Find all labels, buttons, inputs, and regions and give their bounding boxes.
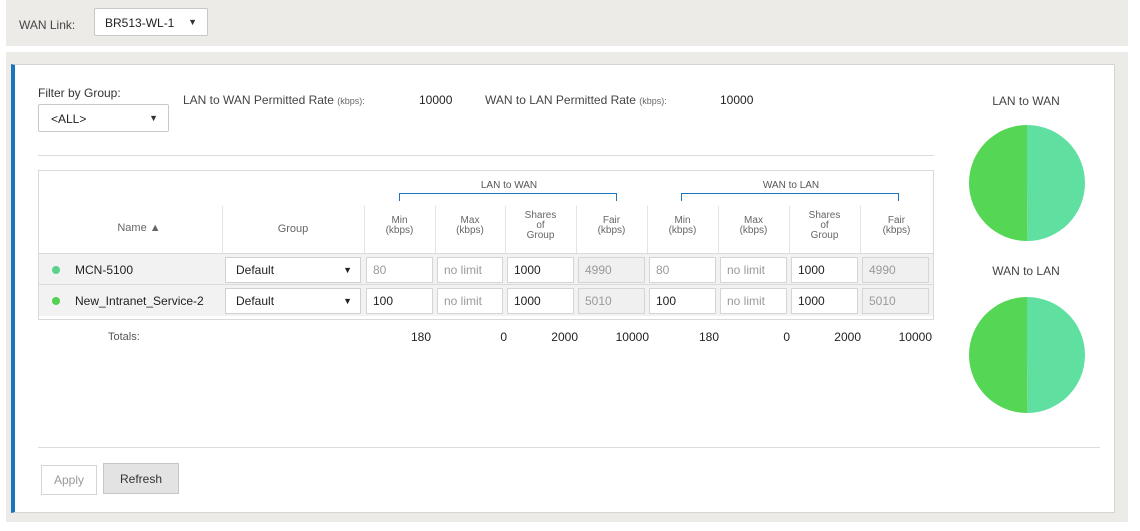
sort-ascending-icon: ▲ <box>149 222 161 234</box>
status-dot-icon <box>52 266 60 274</box>
l2w-fair-value: 5010 <box>578 288 645 314</box>
total-w2l-max: 0 <box>783 330 790 344</box>
service-name: New_Intranet_Service-2 <box>75 294 204 308</box>
wan-to-lan-rate-label: WAN to LAN Permitted Rate (kbps): <box>485 93 667 107</box>
chart-title-wan-to-lan: WAN to LAN <box>992 264 1060 278</box>
divider <box>38 447 1100 448</box>
l2w-shares-input[interactable]: 1000 <box>507 257 574 283</box>
total-l2w-fair: 10000 <box>615 330 649 344</box>
column-header-w2l-min: Min (kbps) <box>668 215 697 236</box>
w2l-max-input[interactable]: no limit <box>720 257 787 283</box>
column-header-group: Group <box>277 223 309 235</box>
group-title-lan-to-wan: LAN to WAN <box>480 180 538 191</box>
w2l-fair-value: 5010 <box>862 288 929 314</box>
filter-group-select[interactable]: <ALL> ▼ <box>38 104 169 132</box>
pie-slice <box>1027 125 1086 241</box>
l2w-shares-input[interactable]: 1000 <box>507 288 574 314</box>
l2w-max-input[interactable]: no limit <box>437 288 503 314</box>
pie-chart-lan-to-wan <box>969 125 1086 241</box>
apply-button[interactable]: Apply <box>41 465 97 495</box>
total-w2l-shares: 2000 <box>834 330 861 344</box>
filter-by-group-label: Filter by Group: <box>38 86 121 100</box>
chart-title-lan-to-wan: LAN to WAN <box>992 94 1060 108</box>
l2w-min-input[interactable]: 100 <box>366 288 433 314</box>
column-header-w2l-fair: Fair (kbps) <box>882 215 911 236</box>
column-header-l2w-fair: Fair (kbps) <box>597 215 626 236</box>
pie-slice <box>969 125 1028 241</box>
total-w2l-min: 180 <box>698 330 719 344</box>
column-header-l2w-max: Max (kbps) <box>456 215 484 236</box>
column-header-l2w-min: Min (kbps) <box>385 215 414 236</box>
service-name: MCN-5100 <box>75 263 134 277</box>
table-row[interactable]: New_Intranet_Service-2 Default ▼ 100 no l… <box>39 284 933 316</box>
pie-slice <box>1027 297 1086 413</box>
wan-link-bar: WAN Link: BR513-WL-1 ▼ <box>6 0 1128 46</box>
wan-link-label: WAN Link: <box>19 18 76 32</box>
group-title-wan-to-lan: WAN to LAN <box>762 180 820 191</box>
total-l2w-min: 180 <box>410 330 431 344</box>
column-header-name[interactable]: Name ▲ <box>99 222 179 234</box>
table-row[interactable]: MCN-5100 Default ▼ 80 no limit 1000 4990 … <box>39 253 933 285</box>
lan-to-wan-rate-value: 10000 <box>419 93 453 107</box>
pie-chart-wan-to-lan <box>969 297 1086 413</box>
group-bracket <box>399 193 617 201</box>
column-header-l2w-shares: Shares of Group <box>524 210 557 241</box>
divider <box>38 155 934 156</box>
l2w-fair-value: 4990 <box>578 257 645 283</box>
wan-link-select[interactable]: BR513-WL-1 ▼ <box>94 8 208 36</box>
chevron-down-icon: ▼ <box>343 265 352 275</box>
l2w-max-input[interactable]: no limit <box>437 257 503 283</box>
service-grid: LAN to WAN WAN to LAN Name ▲ Group Min (k… <box>38 170 934 320</box>
filter-group-value: <ALL> <box>51 112 87 126</box>
lan-to-wan-rate-label: LAN to WAN Permitted Rate (kbps): <box>183 93 365 107</box>
group-bracket <box>681 193 899 201</box>
w2l-shares-input[interactable]: 1000 <box>791 257 858 283</box>
column-header-w2l-shares: Shares of Group <box>808 210 841 241</box>
chevron-down-icon: ▼ <box>188 17 197 27</box>
wan-to-lan-rate-value: 10000 <box>720 93 754 107</box>
w2l-fair-value: 4990 <box>862 257 929 283</box>
status-dot-icon <box>52 297 60 305</box>
group-select[interactable]: Default ▼ <box>225 288 361 314</box>
l2w-min-input[interactable]: 80 <box>366 257 433 283</box>
chevron-down-icon: ▼ <box>149 113 158 123</box>
w2l-max-input[interactable]: no limit <box>720 288 787 314</box>
totals-label: Totals: <box>108 331 140 343</box>
group-select[interactable]: Default ▼ <box>225 257 361 283</box>
w2l-min-input[interactable]: 80 <box>649 257 716 283</box>
w2l-shares-input[interactable]: 1000 <box>791 288 858 314</box>
pie-slice <box>969 297 1028 413</box>
chevron-down-icon: ▼ <box>343 296 352 306</box>
refresh-button[interactable]: Refresh <box>103 463 179 494</box>
wan-link-value: BR513-WL-1 <box>105 16 175 30</box>
total-w2l-fair: 10000 <box>898 330 932 344</box>
w2l-min-input[interactable]: 100 <box>649 288 716 314</box>
total-l2w-max: 0 <box>500 330 507 344</box>
column-header-w2l-max: Max (kbps) <box>739 215 768 236</box>
total-l2w-shares: 2000 <box>551 330 578 344</box>
